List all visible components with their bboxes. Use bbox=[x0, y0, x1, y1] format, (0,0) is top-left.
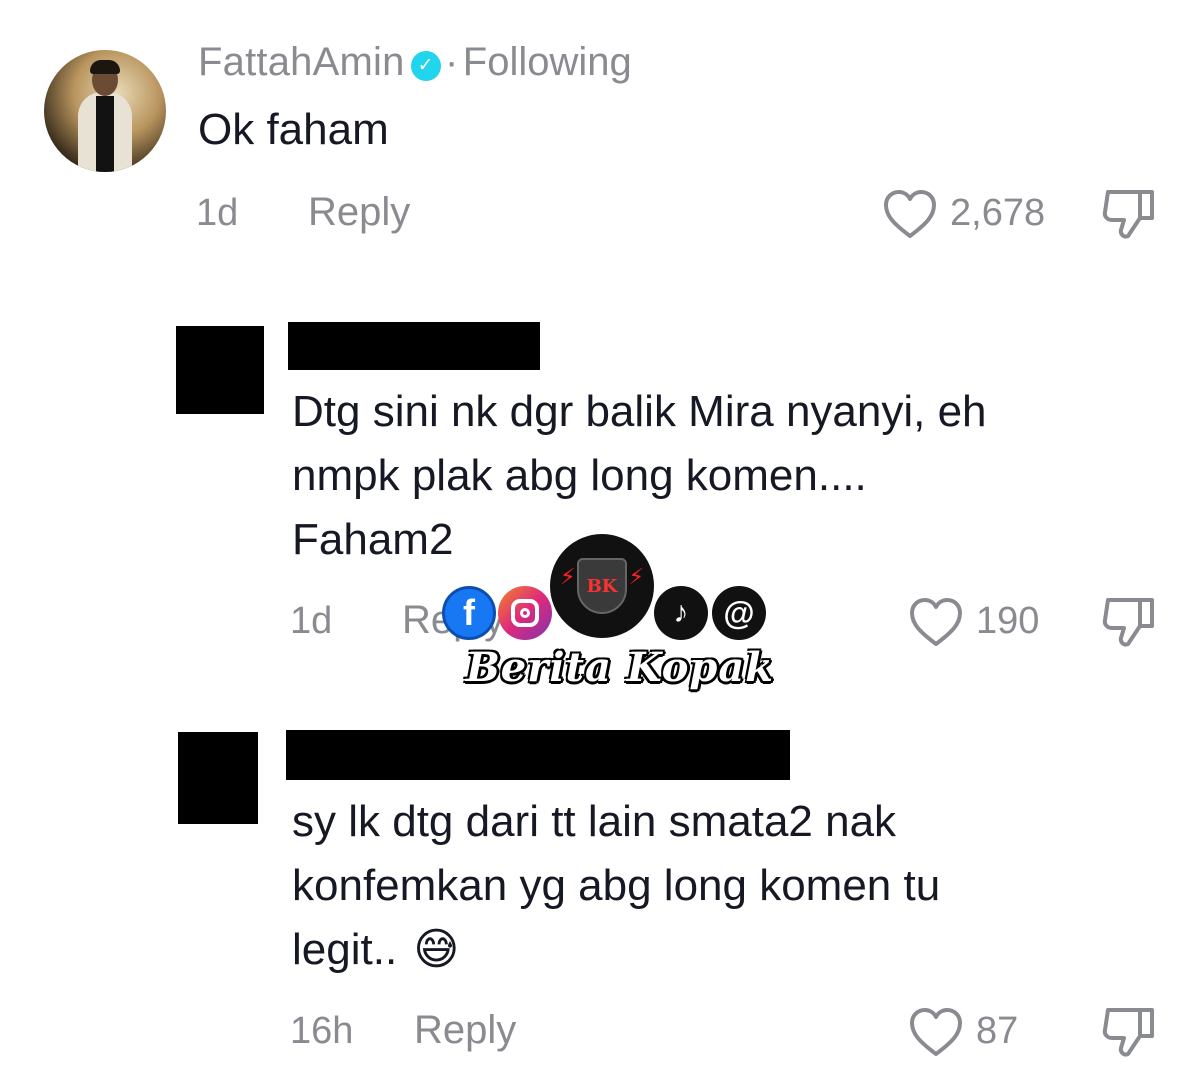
comment-text: sy lk dtg dari tt lain smata2 nak konfem… bbox=[292, 790, 1152, 982]
comment-line: legit.. 😅 bbox=[292, 918, 1152, 982]
redacted-avatar bbox=[178, 732, 258, 824]
like-count: 190 bbox=[976, 600, 1040, 642]
like-heart-icon[interactable] bbox=[882, 188, 938, 240]
avatar[interactable] bbox=[44, 50, 166, 172]
reply-button[interactable]: Reply bbox=[414, 1008, 516, 1053]
separator: · bbox=[444, 40, 459, 84]
redacted-username bbox=[286, 730, 790, 780]
sweat-smile-emoji-icon: 😅 bbox=[413, 925, 460, 974]
following-status: Following bbox=[462, 40, 632, 84]
comment-time: 16h bbox=[290, 1010, 354, 1052]
facebook-icon: f bbox=[442, 586, 496, 640]
redacted-avatar bbox=[176, 326, 264, 414]
watermark: f BK ⚡ ⚡ ♪ @ Berita Kopak bbox=[440, 530, 780, 700]
dislike-icon[interactable] bbox=[1100, 186, 1158, 242]
threads-icon: @ bbox=[712, 586, 766, 640]
comment-time: 1d bbox=[196, 192, 239, 234]
verified-badge-icon: ✓ bbox=[410, 51, 441, 81]
like-count: 2,678 bbox=[950, 192, 1046, 234]
redacted-username bbox=[288, 322, 540, 370]
like-count: 87 bbox=[976, 1010, 1019, 1052]
comment-time: 1d bbox=[290, 600, 333, 642]
tiktok-icon: ♪ bbox=[654, 586, 708, 640]
dislike-icon[interactable] bbox=[1100, 594, 1158, 650]
comment-line-text: legit.. bbox=[292, 925, 398, 974]
comment-line: sy lk dtg dari tt lain smata2 nak bbox=[292, 797, 897, 846]
watermark-title: Berita Kopak bbox=[466, 644, 775, 691]
comment-text: Ok faham bbox=[198, 105, 389, 154]
like-heart-icon[interactable] bbox=[908, 596, 964, 648]
comment-line: konfemkan yg abg long komen tu bbox=[292, 861, 941, 910]
like-heart-icon[interactable] bbox=[908, 1006, 964, 1058]
reply-button[interactable]: Reply bbox=[308, 190, 410, 235]
comment-header: FattahAmin ✓ · Following bbox=[198, 40, 632, 85]
instagram-icon bbox=[498, 586, 552, 640]
bk-logo-icon: BK ⚡ ⚡ bbox=[550, 534, 654, 638]
watermark-badge: BK bbox=[586, 575, 618, 597]
username[interactable]: FattahAmin bbox=[198, 40, 405, 84]
comment-line: Dtg sini nk dgr balik Mira nyanyi, eh bbox=[292, 387, 987, 436]
comment-line: nmpk plak abg long komen.... bbox=[292, 451, 867, 500]
dislike-icon[interactable] bbox=[1100, 1004, 1158, 1060]
